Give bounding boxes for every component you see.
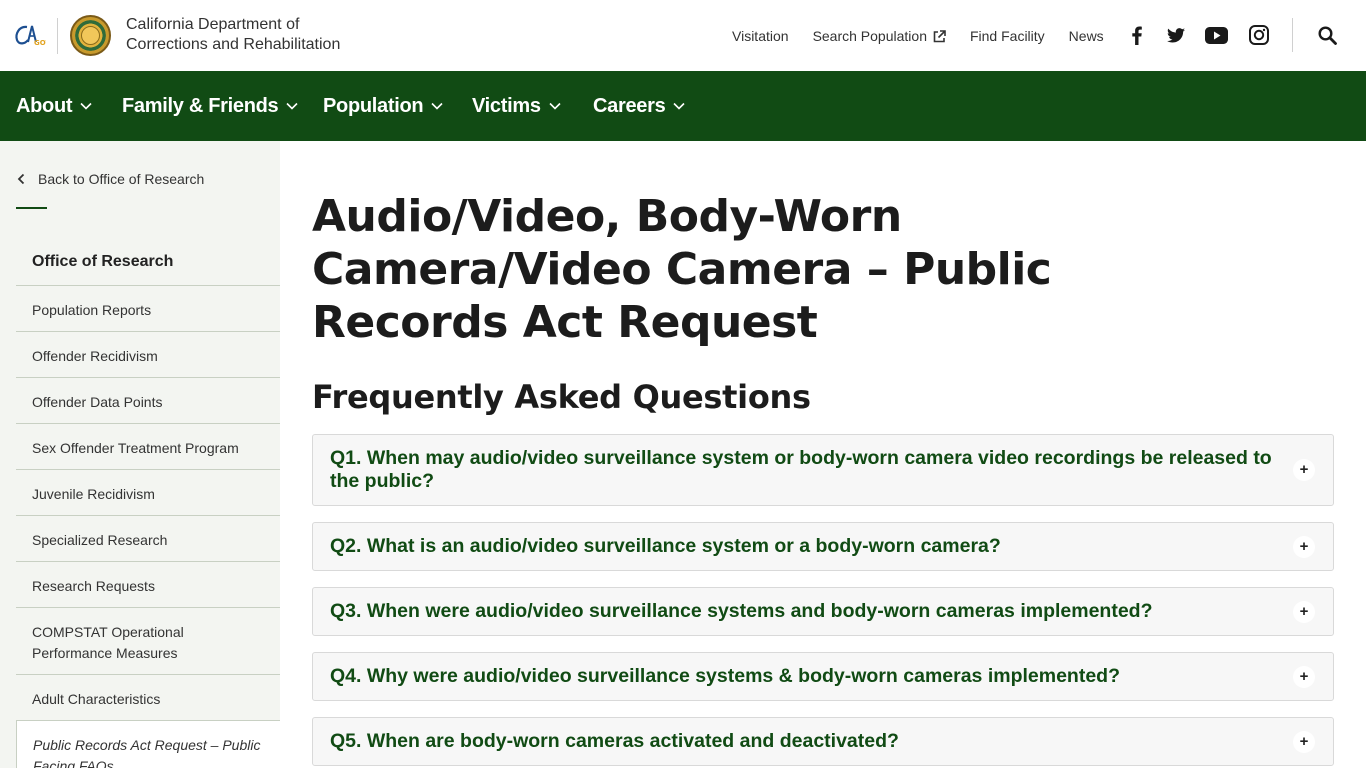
chevron-down-icon bbox=[286, 102, 298, 110]
faq-item-q3[interactable]: Q3. When were audio/video surveillance s… bbox=[312, 587, 1334, 636]
visitation-link[interactable]: Visitation bbox=[732, 28, 789, 44]
main-content: Audio/Video, Body-Worn Camera/Video Came… bbox=[312, 190, 1334, 349]
chevron-down-icon bbox=[673, 102, 685, 110]
sidebar: Back to Office of Research Office of Res… bbox=[0, 141, 280, 768]
cdcr-seal-icon[interactable] bbox=[70, 15, 111, 56]
faq-question: Q2. What is an audio/video surveillance … bbox=[330, 535, 1001, 557]
expand-plus-icon[interactable]: + bbox=[1293, 666, 1315, 688]
chevron-left-icon bbox=[17, 173, 25, 185]
news-label: News bbox=[1068, 28, 1104, 44]
faq-item-q1[interactable]: Q1. When may audio/video surveillance sy… bbox=[312, 434, 1334, 506]
visitation-label: Visitation bbox=[732, 28, 789, 44]
search-divider bbox=[1292, 18, 1293, 52]
youtube-link[interactable] bbox=[1204, 22, 1228, 48]
search-population-label: Search Population bbox=[812, 28, 927, 44]
faq-question: Q1. When may audio/video surveillance sy… bbox=[330, 447, 1272, 492]
faq-question: Q5. When are body-worn cameras activated… bbox=[330, 730, 899, 752]
sidebar-item-sex-offender-treatment[interactable]: Sex Offender Treatment Program bbox=[16, 424, 280, 470]
utility-nav: Visitation Search Population Find Facili… bbox=[732, 26, 1128, 46]
nav-careers[interactable]: Careers bbox=[593, 95, 685, 117]
nav-population[interactable]: Population bbox=[323, 95, 443, 117]
logo-divider bbox=[57, 18, 58, 54]
search-population-link[interactable]: Search Population bbox=[813, 28, 946, 44]
sidebar-item-specialized-research[interactable]: Specialized Research bbox=[16, 516, 280, 562]
org-name-line2: Corrections and Rehabilitation bbox=[126, 36, 341, 53]
chevron-down-icon bbox=[549, 102, 561, 110]
facebook-link[interactable] bbox=[1128, 22, 1146, 48]
page-title: Audio/Video, Body-Worn Camera/Video Came… bbox=[312, 191, 1052, 348]
ca-gov-logo-icon: GOV bbox=[15, 25, 52, 47]
sidebar-item-offender-data-points[interactable]: Offender Data Points bbox=[16, 378, 280, 424]
chevron-down-icon bbox=[431, 102, 443, 110]
nav-about-label: About bbox=[16, 94, 73, 117]
find-facility-link[interactable]: Find Facility bbox=[970, 28, 1045, 44]
nav-victims[interactable]: Victims bbox=[472, 95, 561, 117]
faq-item-q4[interactable]: Q4. Why were audio/video surveillance sy… bbox=[312, 652, 1334, 701]
news-link[interactable]: News bbox=[1069, 28, 1104, 44]
back-to-office-of-research-link[interactable]: Back to Office of Research bbox=[16, 171, 204, 187]
twitter-link[interactable] bbox=[1165, 22, 1187, 48]
nav-family-friends[interactable]: Family & Friends bbox=[122, 95, 298, 117]
sidebar-item-public-records-faqs[interactable]: Public Records Act Request – Public Faci… bbox=[16, 721, 280, 768]
ca-gov-logo[interactable]: GOV bbox=[14, 22, 52, 48]
sidebar-item-compstat[interactable]: COMPSTAT Operational Performance Measure… bbox=[16, 608, 280, 675]
svg-text:GOV: GOV bbox=[34, 39, 46, 47]
external-link-icon bbox=[933, 29, 946, 42]
org-name[interactable]: California Department of Corrections and… bbox=[126, 15, 340, 55]
sidebar-item-offender-recidivism[interactable]: Offender Recidivism bbox=[16, 332, 280, 378]
faq-item-q2[interactable]: Q2. What is an audio/video surveillance … bbox=[312, 522, 1334, 571]
sidebar-item-adult-characteristics[interactable]: Adult Characteristics bbox=[16, 675, 280, 721]
youtube-icon bbox=[1204, 26, 1228, 44]
expand-plus-icon[interactable]: + bbox=[1293, 536, 1315, 558]
expand-plus-icon[interactable]: + bbox=[1293, 731, 1315, 753]
search-icon[interactable] bbox=[1318, 26, 1337, 45]
chevron-down-icon bbox=[80, 102, 92, 110]
sidebar-item-population-reports[interactable]: Population Reports bbox=[16, 286, 280, 332]
faq-question: Q4. Why were audio/video surveillance sy… bbox=[330, 665, 1121, 687]
top-header: GOV California Department of Corrections… bbox=[0, 0, 1366, 71]
nav-population-label: Population bbox=[323, 94, 424, 117]
expand-plus-icon[interactable]: + bbox=[1293, 601, 1315, 623]
nav-victims-label: Victims bbox=[472, 94, 541, 117]
sidebar-title[interactable]: Office of Research bbox=[16, 239, 280, 286]
sidebar-list: Office of Research Population Reports Of… bbox=[16, 239, 280, 768]
instagram-icon bbox=[1249, 25, 1269, 45]
org-name-line1: California Department of bbox=[126, 16, 300, 33]
nav-careers-label: Careers bbox=[593, 94, 666, 117]
back-link-label: Back to Office of Research bbox=[38, 171, 205, 187]
instagram-link[interactable] bbox=[1248, 22, 1270, 48]
nav-family-friends-label: Family & Friends bbox=[122, 94, 279, 117]
find-facility-label: Find Facility bbox=[969, 28, 1045, 44]
twitter-icon bbox=[1167, 27, 1185, 43]
faq-question: Q3. When were audio/video surveillance s… bbox=[330, 600, 1153, 622]
facebook-icon bbox=[1132, 26, 1142, 45]
nav-about[interactable]: About bbox=[16, 95, 92, 117]
back-link-underline bbox=[16, 207, 47, 209]
main-nav: About Family & Friends Population Victim… bbox=[0, 71, 1366, 141]
sidebar-item-research-requests[interactable]: Research Requests bbox=[16, 562, 280, 608]
sidebar-item-juvenile-recidivism[interactable]: Juvenile Recidivism bbox=[16, 470, 280, 516]
expand-plus-icon[interactable]: + bbox=[1293, 459, 1315, 481]
faq-item-q5[interactable]: Q5. When are body-worn cameras activated… bbox=[312, 717, 1334, 766]
faq-heading: Frequently Asked Questions bbox=[312, 378, 811, 416]
